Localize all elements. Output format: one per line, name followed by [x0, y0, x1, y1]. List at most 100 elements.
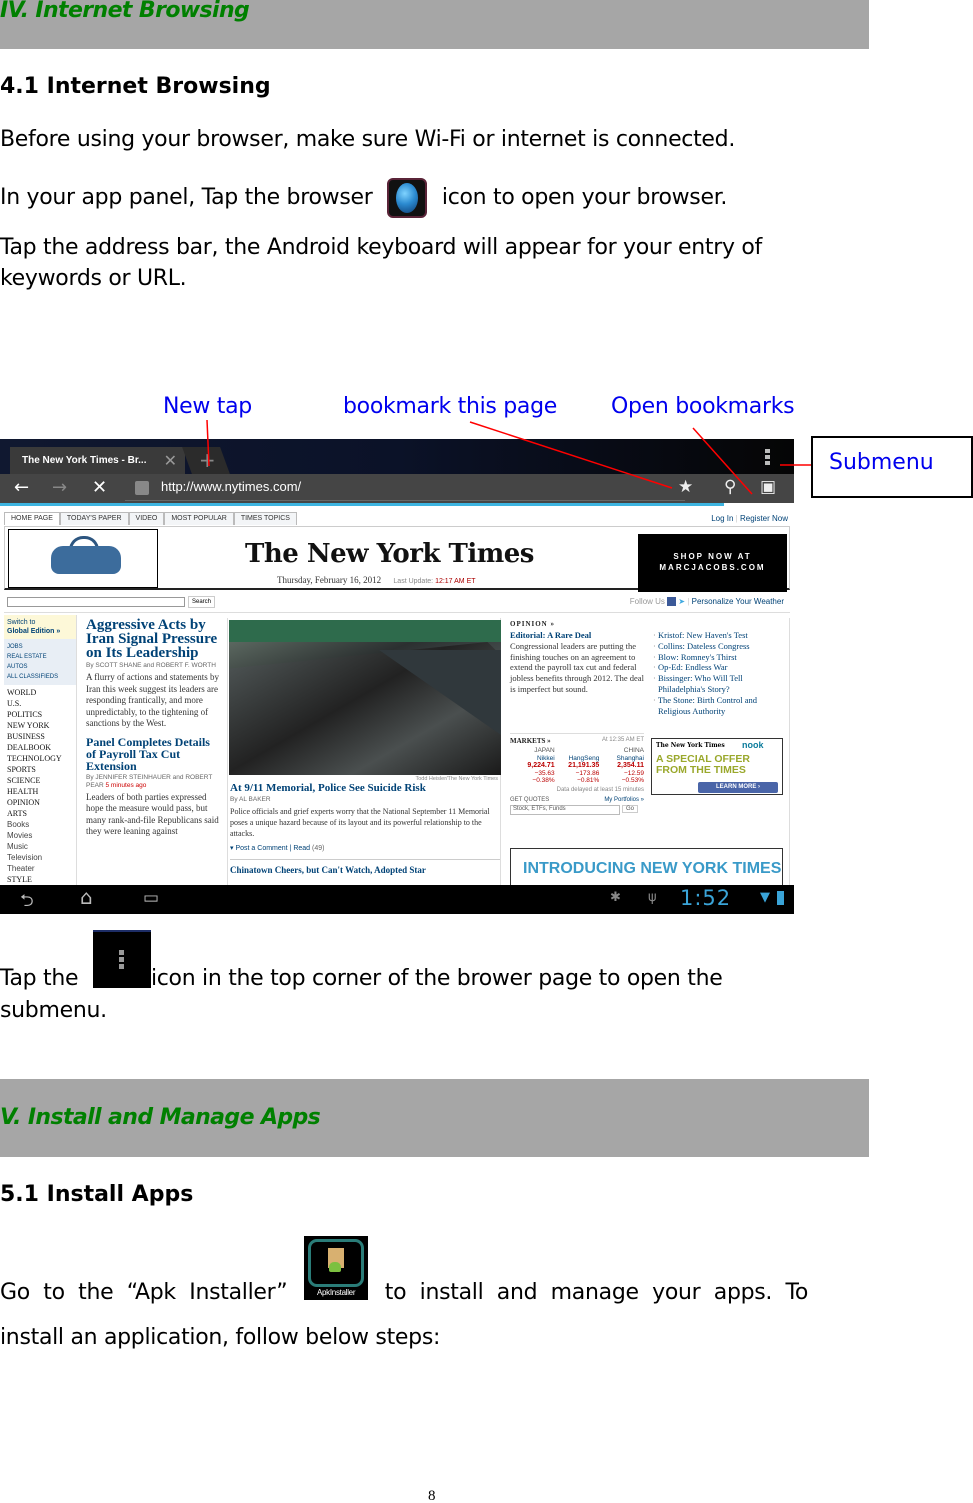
close-tab-icon[interactable]: ✕ [164, 451, 177, 471]
facebook-icon[interactable] [667, 597, 677, 607]
battery-icon [777, 891, 784, 905]
nyt-logo[interactable]: The New York Times [245, 539, 534, 569]
quote-go-button[interactable]: Go [622, 804, 639, 813]
address-bar[interactable]: http://www.nytimes.com/ [125, 476, 685, 501]
system-bar: ⮌ ⌂ ▭ ✱ ψ 1:52 ▼ [0, 885, 794, 914]
read-comments-link[interactable]: Read [293, 845, 310, 852]
markets-widget: MARKETS » At 12:35 AM ET JAPAN CHINA Nikk… [510, 733, 644, 815]
classifieds-list: JOBS REAL ESTATE AUTOS ALL CLASSIFIEDS [4, 639, 76, 685]
comment-count: (49) [312, 845, 325, 852]
follow-us: Follow Us ➤ | Personalize Your Weather [629, 597, 784, 607]
opinion-link[interactable]: Collins: Dateless Congress [653, 641, 788, 652]
summary: Police officials and grief experts worry… [230, 807, 490, 838]
recent-apps-icon[interactable]: ▭ [143, 888, 159, 908]
markets-label[interactable]: MARKETS » [510, 737, 551, 745]
opinion-link[interactable]: The Stone: Birth Control and Religious A… [653, 695, 788, 717]
stop-icon[interactable]: ✕ [92, 477, 107, 498]
section-link[interactable]: WORLD [7, 687, 73, 698]
quote-input[interactable]: Stock, ETFs, Funds [510, 804, 620, 815]
site-tab[interactable]: TIMES TOPICS [233, 512, 297, 525]
register-link[interactable]: Register Now [740, 514, 788, 523]
section-link[interactable]: DEALBOOK [7, 742, 73, 753]
opinion-link[interactable]: Op-Ed: Endless War [653, 662, 788, 673]
market-name[interactable]: HangSeng [555, 755, 600, 763]
section-link[interactable]: BUSINESS [7, 731, 73, 742]
classified-link[interactable]: JOBS [7, 642, 73, 652]
lead-headline[interactable]: Aggressive Acts by Iran Signal Pressure … [86, 618, 220, 661]
editorial-title[interactable]: Editorial: A Rare Deal [510, 630, 591, 640]
web-page: HOME PAGE TODAY'S PAPER VIDEO MOST POPUL… [0, 506, 794, 906]
ad-brand: The New York Times [656, 742, 725, 749]
section-link[interactable]: STYLE [7, 874, 73, 885]
opinion-link[interactable]: Blow: Romney's Thirst [653, 652, 788, 663]
story-headline[interactable]: Chinatown Cheers, but Can't Watch, Adopt… [230, 865, 500, 876]
callout-bookmark-page: bookmark this page [343, 394, 557, 419]
switch-edition[interactable]: Switch to Global Edition » [4, 615, 76, 639]
memorial-photo[interactable] [229, 620, 501, 775]
forward-icon[interactable]: → [52, 477, 67, 498]
opinion-link[interactable]: Kristof: New Haven's Test [653, 630, 788, 641]
site-tab[interactable]: TODAY'S PAPER [59, 512, 129, 525]
wifi-icon: ▼ [760, 890, 770, 905]
login-link[interactable]: Log In [711, 514, 733, 523]
editorial: Editorial: A Rare Deal Congressional lea… [510, 630, 645, 695]
new-tab-button[interactable]: + [182, 447, 230, 474]
section-link[interactable]: U.S. [7, 698, 73, 709]
story-headline[interactable]: Panel Completes Details of Payroll Tax C… [86, 736, 220, 772]
site-search-input[interactable] [7, 597, 185, 607]
market-name[interactable]: Shanghai [599, 755, 644, 763]
my-portfolios-link[interactable]: My Portfolios » [604, 797, 644, 803]
paragraph-text: to install and manage your apps. To [384, 1280, 809, 1305]
back-icon[interactable]: ← [14, 477, 29, 498]
subsection-heading: 4.1 Internet Browsing [0, 74, 271, 99]
classified-link[interactable]: AUTOS [7, 662, 73, 672]
section-link[interactable]: SPORTS [7, 764, 73, 775]
paragraph-text: Go to the “Apk Installer” [0, 1280, 288, 1305]
section-link[interactable]: ARTS [7, 808, 73, 819]
plus-icon: + [198, 448, 216, 472]
search-icon[interactable]: ⚲ [724, 477, 736, 497]
overflow-menu-icon[interactable] [765, 449, 771, 465]
bookmark-star-icon[interactable]: ★ [678, 477, 693, 497]
site-search-button[interactable]: Search [188, 596, 216, 608]
section-link[interactable]: POLITICS [7, 709, 73, 720]
market-name[interactable]: Nikkei [510, 755, 555, 763]
global-edition-link[interactable]: Global Edition » [7, 627, 73, 636]
marcjacobs-ad[interactable]: SHOP NOW AT MARCJACOBS.COM [638, 534, 787, 592]
back-nav-icon[interactable]: ⮌ [20, 888, 34, 914]
paragraph-text: Tap the [0, 966, 79, 991]
section-header-band: V. Install and Manage Apps [0, 1079, 869, 1157]
bookmarks-icon[interactable]: ▣ [760, 477, 776, 497]
subsection-link[interactable]: Theater [7, 863, 73, 874]
section-link[interactable]: OPINION [7, 797, 73, 808]
section-link[interactable]: SCIENCE [7, 775, 73, 786]
subsection-link[interactable]: Television [7, 852, 73, 863]
subsection-link[interactable]: Movies [7, 830, 73, 841]
personalize-weather-link[interactable]: Personalize Your Weather [692, 597, 784, 606]
handbag-ad[interactable] [8, 529, 158, 588]
browser-tab[interactable]: The New York Times - Br... ✕ [10, 447, 185, 474]
subsection-link[interactable]: Music [7, 841, 73, 852]
paragraph: Before using your browser, make sure Wi-… [0, 127, 736, 152]
nook-ad[interactable]: The New York Times nook A SPECIAL OFFER … [651, 738, 783, 795]
subsection-link[interactable]: Books [7, 819, 73, 830]
classified-link[interactable]: REAL ESTATE [7, 652, 73, 662]
ad-offer: A SPECIAL OFFER FROM THE TIMES [656, 753, 750, 776]
opinion-label[interactable]: OPINION » [510, 620, 784, 628]
post-comment-link[interactable]: Post a Comment [235, 845, 287, 852]
clock[interactable]: 1:52 [680, 886, 731, 910]
site-tab[interactable]: MOST POPULAR [164, 512, 234, 525]
section-link[interactable]: NEW YORK [7, 720, 73, 731]
site-tab[interactable]: VIDEO [128, 512, 165, 525]
markets-time: At 12:35 AM ET [601, 737, 644, 743]
story-headline[interactable]: At 9/11 Memorial, Police See Suicide Ris… [230, 782, 500, 794]
section-link[interactable]: HEALTH [7, 786, 73, 797]
twitter-icon[interactable]: ➤ [678, 597, 685, 606]
page-number: 8 [428, 1488, 436, 1503]
home-icon[interactable]: ⌂ [80, 885, 93, 909]
section-link[interactable]: TECHNOLOGY [7, 753, 73, 764]
classified-link[interactable]: ALL CLASSIFIEDS [7, 672, 73, 682]
learn-more-button[interactable]: LEARN MORE › [698, 782, 778, 793]
site-tab[interactable]: HOME PAGE [4, 512, 60, 525]
opinion-link[interactable]: Bissinger: Who Will Tell Philadelphia's … [653, 673, 788, 695]
